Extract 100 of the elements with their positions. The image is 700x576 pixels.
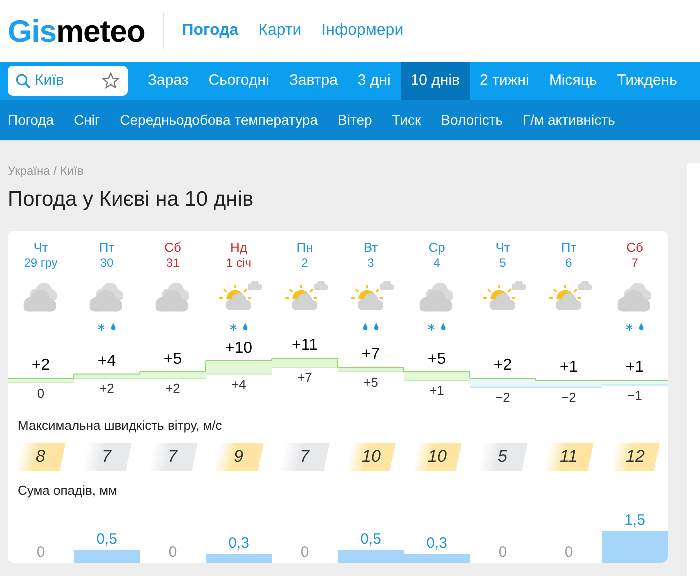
wind-speed: 10 <box>346 443 396 471</box>
weekday: Ср <box>428 240 446 256</box>
header-link[interactable]: Погода <box>182 19 239 43</box>
precipitation-amount: 0,5 <box>96 530 118 548</box>
wind-speed: 7 <box>82 443 132 471</box>
max-temperature: +2 <box>30 357 52 376</box>
weekday: Пт <box>561 240 577 256</box>
snowflake-icon <box>428 324 435 330</box>
weekday: Чт <box>496 240 510 256</box>
temperature-band <box>338 358 404 372</box>
search-value: Київ <box>35 70 66 91</box>
precipitation-bar <box>602 530 668 562</box>
date: 1 січ <box>226 256 252 270</box>
min-temperature: −2 <box>494 390 512 405</box>
rain-drop-icon <box>111 322 116 330</box>
sub-nav-link[interactable]: Тиск <box>392 110 422 130</box>
nav-tab[interactable]: 10 днів <box>400 62 470 100</box>
max-temperature: +5 <box>162 350 184 368</box>
precipitation-amount: 0 <box>36 544 46 560</box>
precipitation-amount: 0 <box>498 544 508 560</box>
max-temperature: +11 <box>291 337 319 356</box>
header-link[interactable]: Карти <box>258 19 302 43</box>
min-temperature: +2 <box>164 381 182 396</box>
nav-tab[interactable]: Сьогодні <box>198 62 280 100</box>
sub-nav-link[interactable]: Вітер <box>338 110 372 130</box>
nav-tab[interactable]: 2 тижні <box>470 62 540 100</box>
weekday: Нд <box>230 240 248 256</box>
wind-title: Максимальна швидкість вітру, м/с <box>17 416 224 435</box>
rain-drop-icon <box>639 322 644 330</box>
nav-tab[interactable]: Тиждень <box>607 62 688 100</box>
wind-speed: 5 <box>478 443 528 471</box>
min-temperature: +1 <box>428 383 446 398</box>
wind-speed: 10 <box>412 443 462 471</box>
weekday: Сб <box>626 240 644 256</box>
wind-speed: 11 <box>544 443 594 471</box>
min-temperature: +2 <box>98 381 116 396</box>
date: 3 <box>368 256 374 270</box>
date: 7 <box>632 256 638 270</box>
nav-tab[interactable]: Завтра <box>279 62 348 100</box>
header-link[interactable]: Інформери <box>322 19 404 43</box>
star-icon[interactable] <box>102 72 120 90</box>
min-temperature: +5 <box>362 374 380 390</box>
search-icon <box>16 74 31 88</box>
wind-speed: 9 <box>214 443 264 471</box>
nav-tab[interactable]: Зараз <box>138 62 199 100</box>
precipitation-amount: 0 <box>564 544 574 560</box>
min-temperature: 0 <box>36 386 46 400</box>
precipitation-bar <box>206 554 272 562</box>
snowflake-icon <box>98 324 105 330</box>
wind-speed: 7 <box>148 443 198 471</box>
search-field[interactable]: Київ <box>8 66 128 96</box>
date: 5 <box>500 256 506 270</box>
precipitation-amount: 0 <box>168 544 178 560</box>
date: 29 гру <box>24 256 58 270</box>
min-temperature: −1 <box>626 388 644 403</box>
nav-tab[interactable]: Місяць <box>539 62 608 100</box>
sub-nav-link[interactable]: Вологість <box>441 110 504 130</box>
precipitation-amount: 0,5 <box>360 530 382 548</box>
sub-nav-link[interactable]: Сніг <box>74 110 100 130</box>
precipitation-amount: 1,5 <box>624 512 646 528</box>
rain-drop-icon <box>441 322 446 330</box>
temperature-band <box>272 358 338 368</box>
min-temperature: +4 <box>230 376 248 392</box>
max-temperature: +1 <box>624 359 646 378</box>
max-temperature: +10 <box>224 340 254 358</box>
precipitation-bar <box>74 550 140 562</box>
temperature-band <box>404 366 470 381</box>
weekday: Сб <box>164 240 182 256</box>
weekday: Чт <box>34 240 48 256</box>
date: 30 <box>100 256 114 270</box>
sub-nav-link[interactable]: Погода <box>8 110 54 130</box>
wind-speed: 8 <box>16 443 66 471</box>
date: 6 <box>566 256 572 270</box>
precipitation-amount: 0,3 <box>426 534 448 552</box>
date: 31 <box>166 256 180 270</box>
weekday: Пт <box>99 240 115 256</box>
max-temperature: +4 <box>96 352 118 371</box>
logo[interactable]: Gismeteo <box>8 16 146 46</box>
precipitation-amount: 0,3 <box>228 534 250 552</box>
date: 4 <box>434 256 440 270</box>
precipitation-title: Сума опадів, мм <box>17 482 118 500</box>
max-temperature: +5 <box>426 350 448 368</box>
breadcrumb[interactable]: Україна / Київ <box>8 162 84 180</box>
page-title: Погода у Києві на 10 днів <box>8 187 254 213</box>
sub-nav-link[interactable]: Г/м активність <box>523 110 616 130</box>
weekday: Пн <box>296 240 314 256</box>
nav-tab[interactable]: 3 дні <box>348 62 401 100</box>
wind-speed: 12 <box>610 443 660 471</box>
max-temperature: +2 <box>492 357 514 376</box>
weekday: Вт <box>364 240 378 256</box>
precipitation-amount: 0 <box>300 544 310 560</box>
snowflake-icon <box>626 324 633 330</box>
snowflake-icon <box>230 324 237 330</box>
rain-drop-icon <box>243 322 248 330</box>
min-temperature: −2 <box>560 390 578 405</box>
max-temperature: +7 <box>360 346 382 364</box>
min-temperature: +7 <box>296 370 314 386</box>
date: 2 <box>302 256 308 270</box>
max-temperature: +1 <box>558 359 580 378</box>
sub-nav-link[interactable]: Середньодобова температура <box>120 110 318 130</box>
